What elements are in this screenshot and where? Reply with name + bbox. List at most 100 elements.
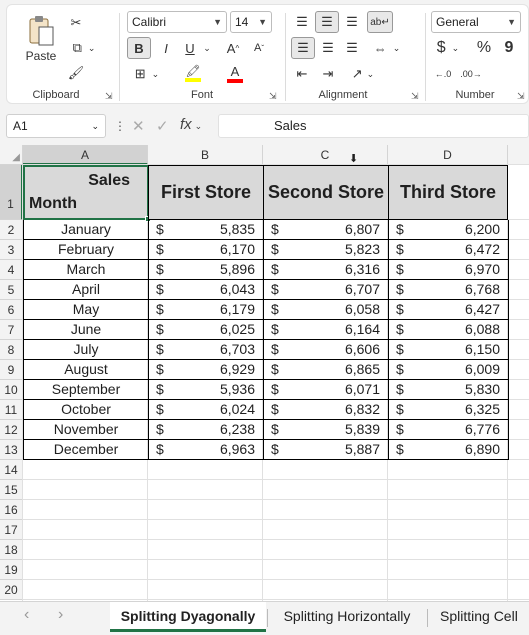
- select-all-corner[interactable]: ◢: [0, 145, 23, 165]
- row-header[interactable]: 15: [0, 480, 23, 500]
- column-header-a[interactable]: A: [23, 145, 148, 165]
- value-cell[interactable]: $6,238: [148, 420, 264, 440]
- value-cell[interactable]: $6,150: [388, 340, 509, 360]
- tab-scroll-left-icon[interactable]: ‹: [24, 606, 29, 624]
- enter-icon[interactable]: ✓: [156, 117, 169, 135]
- month-cell[interactable]: September: [23, 380, 149, 400]
- value-cell[interactable]: $5,936: [148, 380, 264, 400]
- value-cell[interactable]: $6,707: [263, 280, 389, 300]
- cell-c1[interactable]: Second Store: [263, 165, 389, 220]
- column-header-c[interactable]: C: [263, 145, 388, 165]
- increase-font-icon[interactable]: A ^: [223, 37, 243, 59]
- align-top-icon[interactable]: ☰: [291, 11, 313, 33]
- value-cell[interactable]: $5,887: [263, 440, 389, 460]
- paste-button[interactable]: Paste: [21, 11, 61, 67]
- bold-button[interactable]: B: [127, 37, 151, 59]
- orientation-icon[interactable]: ↗ ⌄: [345, 63, 381, 85]
- column-header-d[interactable]: D: [388, 145, 508, 165]
- value-cell[interactable]: $6,025: [148, 320, 264, 340]
- row-header[interactable]: 20: [0, 580, 23, 600]
- underline-dropdown-icon[interactable]: ⌄: [201, 37, 213, 59]
- format-painter-icon[interactable]: 🖌: [65, 63, 87, 83]
- name-box[interactable]: A1 ⌄: [6, 114, 106, 138]
- comma-style-button[interactable]: 9: [499, 37, 519, 59]
- row-header[interactable]: 11: [0, 400, 23, 420]
- value-cell[interactable]: $6,768: [388, 280, 509, 300]
- row-header[interactable]: 16: [0, 500, 23, 520]
- value-cell[interactable]: $5,835: [148, 220, 264, 240]
- month-cell[interactable]: November: [23, 420, 149, 440]
- font-size-select[interactable]: 14 ▼: [230, 11, 272, 33]
- tab-splitting-horizontally[interactable]: Splitting Horizontally: [270, 602, 424, 632]
- value-cell[interactable]: $6,832: [263, 400, 389, 420]
- row-header[interactable]: 3: [0, 240, 23, 260]
- month-cell[interactable]: July: [23, 340, 149, 360]
- tab-splitting-dyagonally[interactable]: Splitting Dyagonally: [110, 602, 266, 632]
- value-cell[interactable]: $6,043: [148, 280, 264, 300]
- column-header-e[interactable]: [508, 145, 529, 165]
- tab-scroll-right-icon[interactable]: ›: [58, 606, 63, 624]
- row-header[interactable]: 10: [0, 380, 23, 400]
- value-cell[interactable]: $5,839: [263, 420, 389, 440]
- align-right-icon[interactable]: ☰: [341, 37, 363, 59]
- month-cell[interactable]: June: [23, 320, 149, 340]
- cut-icon[interactable]: ✂: [65, 13, 87, 33]
- insert-function-button[interactable]: fx ⌄: [180, 116, 202, 133]
- row-header[interactable]: 2: [0, 220, 23, 240]
- value-cell[interactable]: $6,024: [148, 400, 264, 420]
- increase-decimal-icon[interactable]: ←.0: [431, 63, 455, 85]
- decrease-font-icon[interactable]: Aˇ: [249, 37, 269, 59]
- value-cell[interactable]: $6,009: [388, 360, 509, 380]
- value-cell[interactable]: $6,929: [148, 360, 264, 380]
- cell-d1[interactable]: Third Store: [388, 165, 508, 220]
- increase-indent-icon[interactable]: ⇥: [317, 63, 339, 85]
- row-header[interactable]: 18: [0, 540, 23, 560]
- value-cell[interactable]: $5,823: [263, 240, 389, 260]
- font-color-icon[interactable]: A: [215, 61, 255, 85]
- merge-center-icon[interactable]: ⇔ ⌄: [367, 37, 407, 59]
- underline-button[interactable]: U: [179, 37, 201, 59]
- value-cell[interactable]: $6,170: [148, 240, 264, 260]
- font-launcher-icon[interactable]: ⇲: [269, 91, 277, 102]
- fill-color-icon[interactable]: 🖍: [173, 61, 213, 85]
- alignment-launcher-icon[interactable]: ⇲: [411, 91, 419, 102]
- align-middle-icon[interactable]: ☰: [315, 11, 339, 33]
- row-header[interactable]: 6: [0, 300, 23, 320]
- decrease-indent-icon[interactable]: ⇤: [291, 63, 313, 85]
- copy-icon[interactable]: ⧉ ⌄: [65, 38, 103, 58]
- row-header[interactable]: 7: [0, 320, 23, 340]
- align-left-icon[interactable]: ☰: [291, 37, 315, 59]
- clipboard-launcher-icon[interactable]: ⇲: [105, 91, 113, 102]
- value-cell[interactable]: $5,830: [388, 380, 509, 400]
- value-cell[interactable]: $6,427: [388, 300, 509, 320]
- value-cell[interactable]: $6,776: [388, 420, 509, 440]
- value-cell[interactable]: $6,179: [148, 300, 264, 320]
- decrease-decimal-icon[interactable]: .00→: [459, 63, 483, 85]
- value-cell[interactable]: $6,865: [263, 360, 389, 380]
- value-cell[interactable]: $6,316: [263, 260, 389, 280]
- number-launcher-icon[interactable]: ⇲: [517, 91, 525, 102]
- row-header[interactable]: 9: [0, 360, 23, 380]
- align-bottom-icon[interactable]: ☰: [341, 11, 363, 33]
- tab-splitting-cell[interactable]: Splitting Cell: [432, 602, 529, 632]
- italic-button[interactable]: I: [155, 37, 177, 59]
- month-cell[interactable]: August: [23, 360, 149, 380]
- row-header[interactable]: 17: [0, 520, 23, 540]
- month-cell[interactable]: December: [23, 440, 149, 460]
- month-cell[interactable]: January: [23, 220, 149, 240]
- value-cell[interactable]: $6,472: [388, 240, 509, 260]
- row-header[interactable]: 13: [0, 440, 23, 460]
- row-header[interactable]: 1: [0, 165, 23, 220]
- align-center-icon[interactable]: ☰: [317, 37, 339, 59]
- month-cell[interactable]: March: [23, 260, 149, 280]
- month-cell[interactable]: May: [23, 300, 149, 320]
- row-header[interactable]: 14: [0, 460, 23, 480]
- row-header[interactable]: 8: [0, 340, 23, 360]
- value-cell[interactable]: $6,058: [263, 300, 389, 320]
- value-cell[interactable]: $6,807: [263, 220, 389, 240]
- cancel-icon[interactable]: ✕: [132, 117, 145, 135]
- wrap-text-icon[interactable]: ab↵: [367, 11, 393, 33]
- row-header[interactable]: 12: [0, 420, 23, 440]
- month-cell[interactable]: October: [23, 400, 149, 420]
- row-header[interactable]: 19: [0, 560, 23, 580]
